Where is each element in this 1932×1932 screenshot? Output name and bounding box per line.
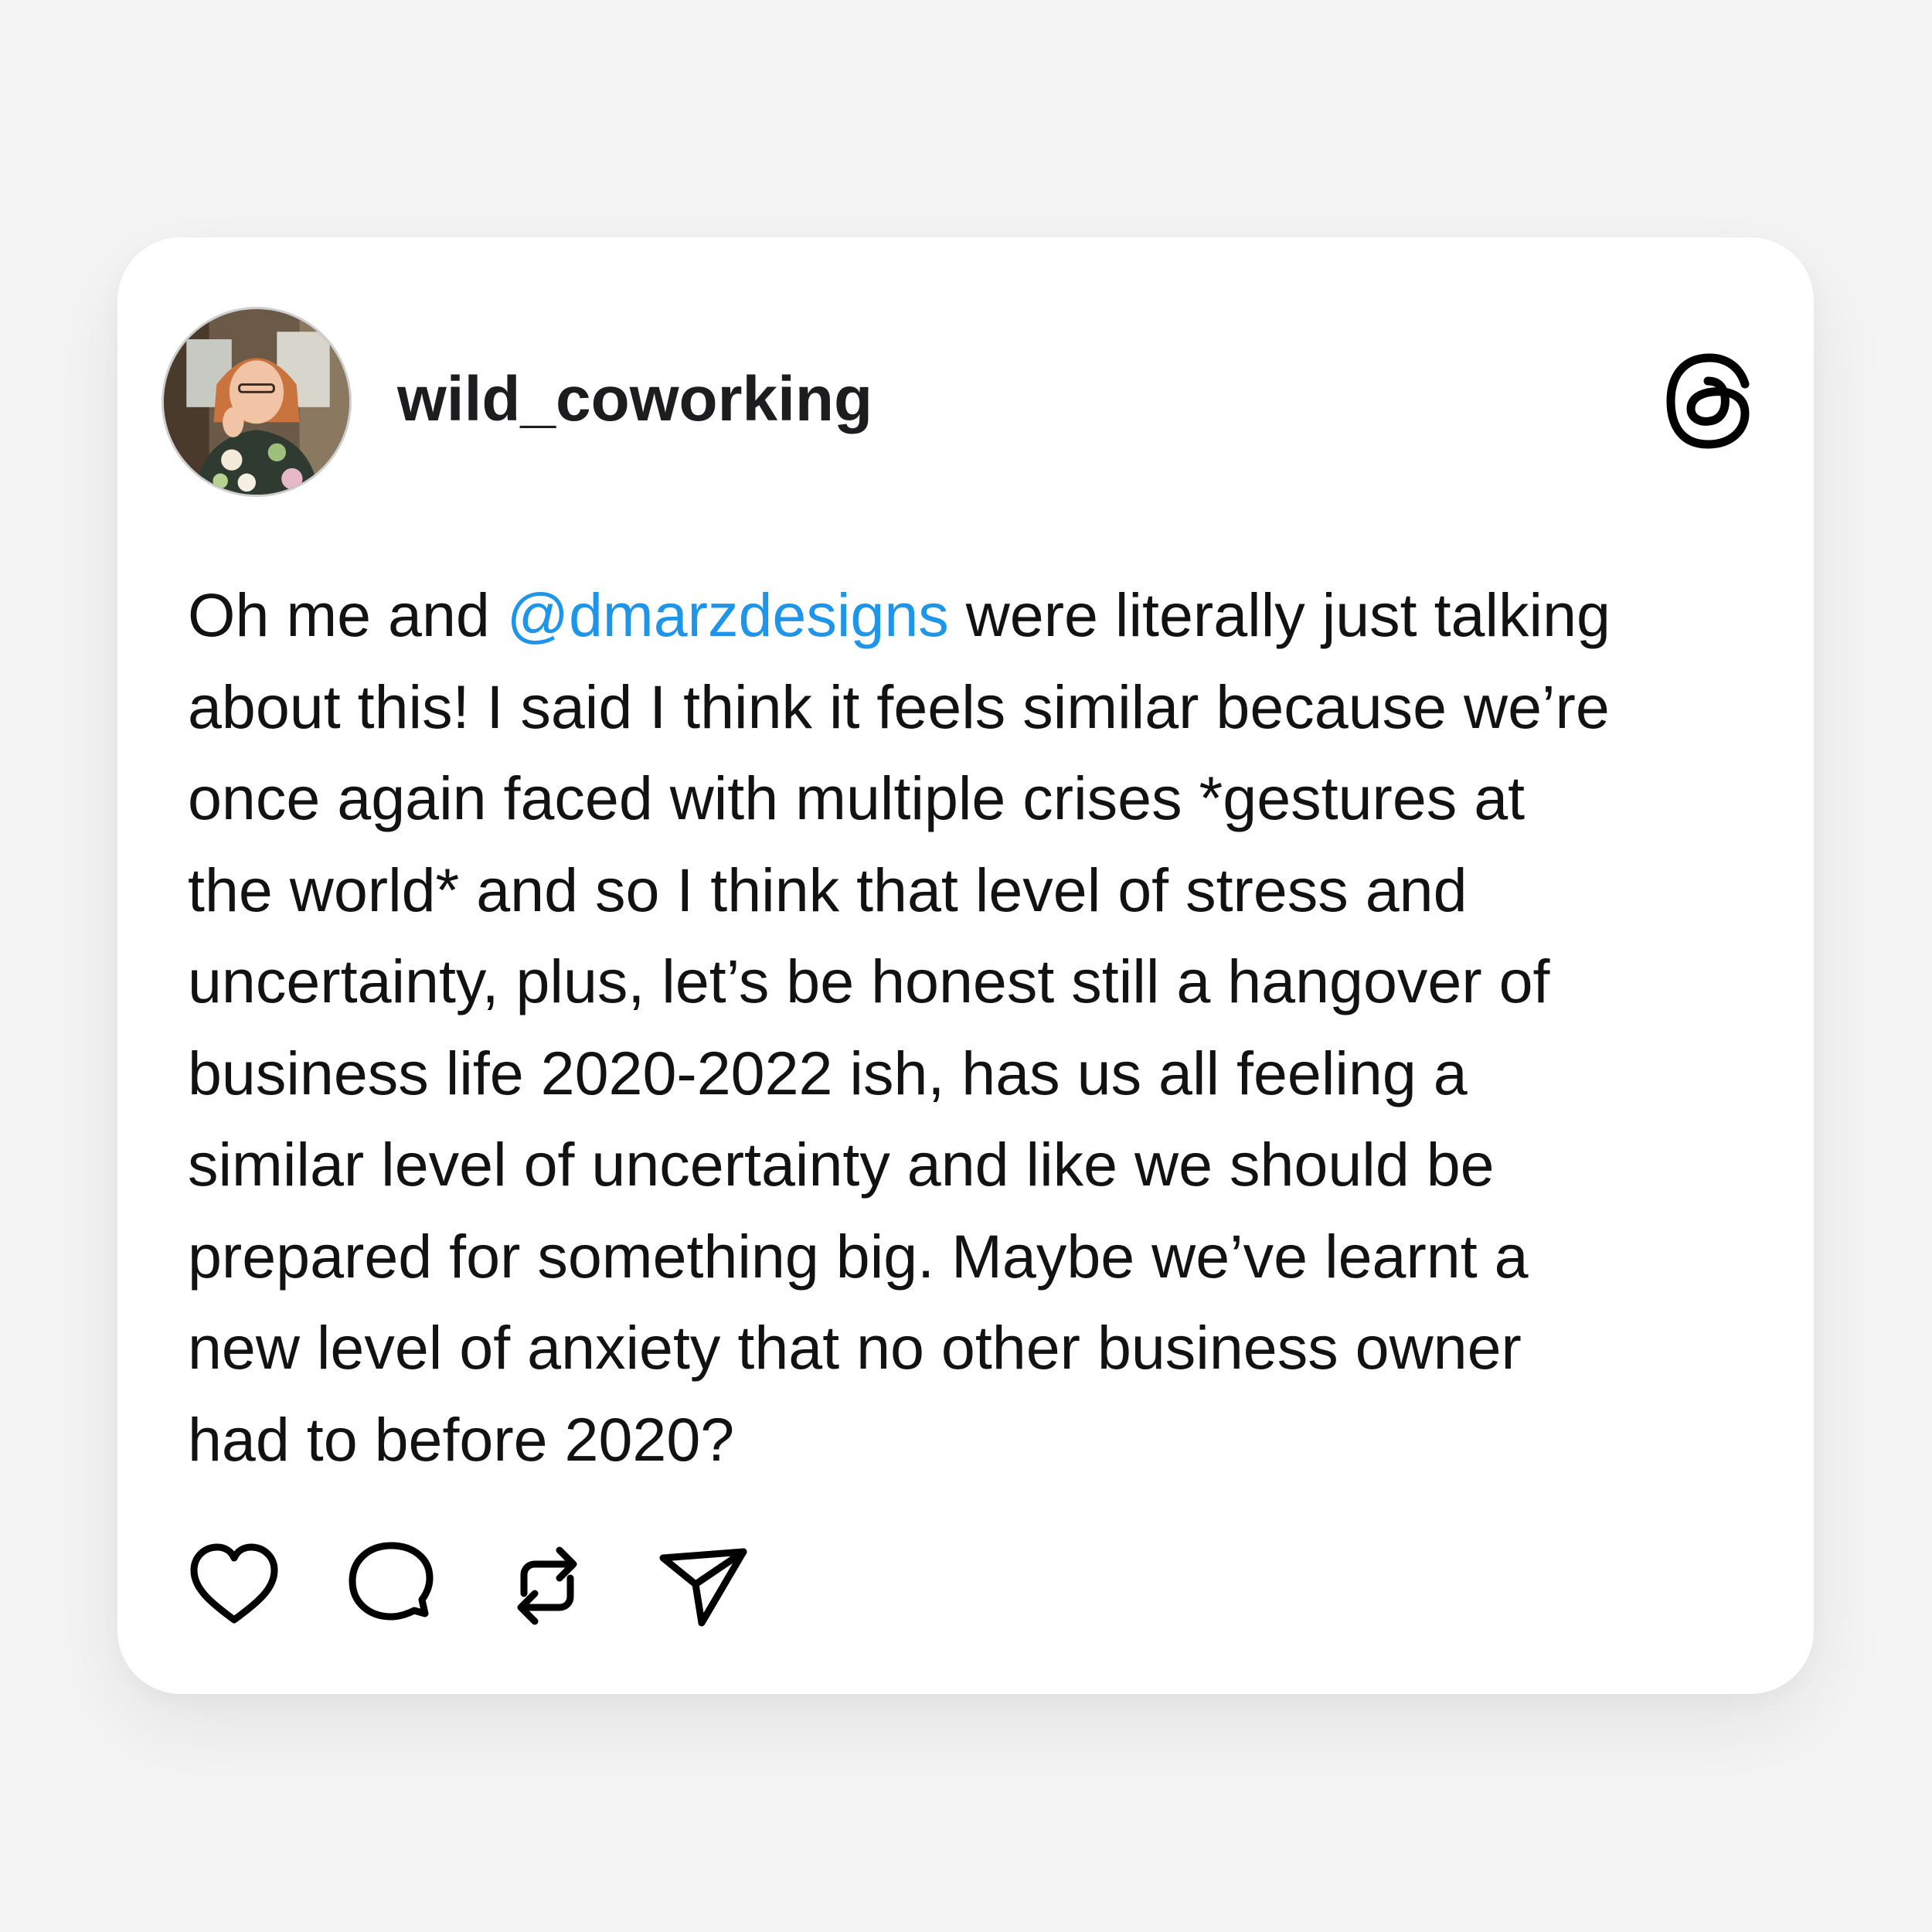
heart-icon[interactable] bbox=[188, 1539, 281, 1632]
post-text-line: prepared for something big. Maybe we’ve … bbox=[188, 1221, 1529, 1291]
post-text-line: about this! I said I think it feels simi… bbox=[188, 672, 1610, 741]
profile-photo bbox=[164, 309, 349, 495]
avatar[interactable] bbox=[162, 307, 352, 497]
post-card: wild_coworking Oh me and @dmarzdesigns w… bbox=[117, 237, 1814, 1694]
post-text-line: business life 2020-2022 ish, has us all … bbox=[188, 1038, 1468, 1107]
threads-logo-icon[interactable] bbox=[1662, 353, 1754, 449]
mention-link[interactable]: @dmarzdesigns bbox=[507, 580, 949, 649]
repost-icon[interactable] bbox=[501, 1539, 594, 1632]
post-text: Oh me and @dmarzdesigns were literally j… bbox=[188, 570, 1787, 1485]
post-text-line: the world* and so I think that level of … bbox=[188, 855, 1468, 924]
post-text-line: had to before 2020? bbox=[188, 1404, 735, 1474]
comment-icon[interactable] bbox=[345, 1539, 437, 1632]
post-text-line: Oh me and @dmarzdesigns were literally j… bbox=[188, 580, 1611, 649]
post-text-line: once again faced with multiple crises *g… bbox=[188, 764, 1526, 832]
share-icon[interactable] bbox=[657, 1539, 750, 1632]
username[interactable]: wild_coworking bbox=[397, 361, 872, 438]
post-text-line: similar level of uncertainty and like we… bbox=[188, 1130, 1495, 1199]
post-text-line: new level of anxiety that no other busin… bbox=[188, 1313, 1522, 1382]
post-text-line: uncertainty, plus, let’s be honest still… bbox=[188, 947, 1550, 1015]
